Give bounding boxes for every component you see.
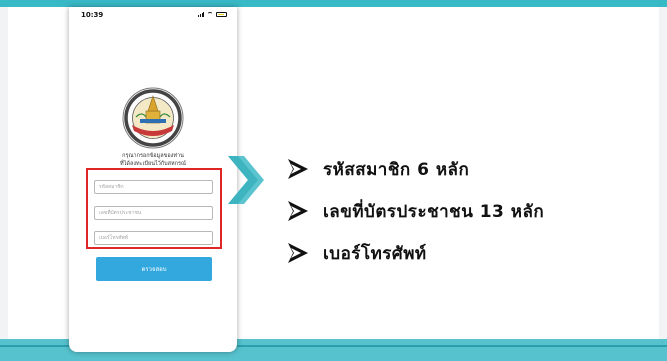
status-bar: 10:39 [69, 11, 237, 23]
organization-seal-logo [122, 87, 184, 149]
check-button[interactable]: ตรวจสอบ [96, 257, 212, 281]
requirement-text: เบอร์โทรศัพท์ [323, 243, 427, 264]
phone-screen: 10:39 กรุณากรอกข้อมูลของท่าน ที่ได้ลงทะเ… [69, 7, 237, 352]
arrow-bullet-icon [288, 243, 308, 263]
status-time: 10:39 [81, 11, 104, 19]
signal-icon [198, 12, 204, 17]
status-icons [198, 12, 227, 17]
citizen-id-input[interactable] [94, 206, 213, 220]
member-id-input[interactable] [94, 180, 213, 194]
chevron-right-icon [228, 156, 264, 204]
requirement-item: รหัสสมาชิก 6 หลัก [287, 148, 544, 190]
prompt-line-1: กรุณากรอกข้อมูลของท่าน [122, 153, 184, 159]
requirement-item: เลขที่บัตรประชาชน 13 หลัก [287, 190, 544, 232]
requirements-list: รหัสสมาชิก 6 หลัก เลขที่บัตรประชาชน 13 ห… [287, 148, 544, 274]
prompt-line-2: ที่ได้ลงทะเบียนไว้กับสหกรณ์ [120, 161, 186, 167]
requirement-item: เบอร์โทรศัพท์ [287, 232, 544, 274]
wifi-icon [207, 12, 213, 17]
phone-number-input[interactable] [94, 231, 213, 245]
arrow-bullet-icon [288, 159, 308, 179]
top-accent-band [0, 0, 667, 7]
requirement-text: เลขที่บัตรประชาชน 13 หลัก [323, 201, 545, 222]
battery-icon [216, 12, 227, 17]
login-prompt: กรุณากรอกข้อมูลของท่าน ที่ได้ลงทะเบียนไว… [89, 152, 217, 168]
arrow-bullet-icon [288, 201, 308, 221]
requirement-text: รหัสสมาชิก 6 หลัก [323, 159, 470, 180]
